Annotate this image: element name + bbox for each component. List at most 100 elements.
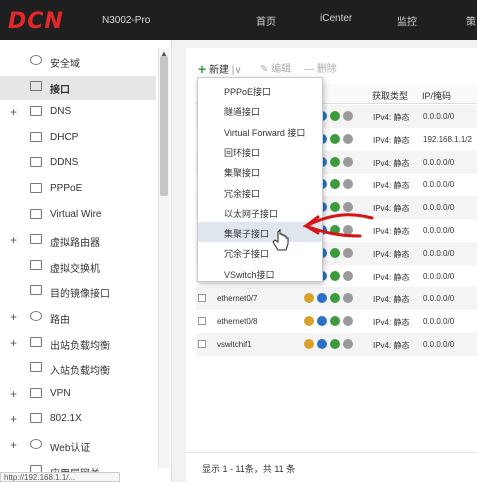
sidebar-item[interactable]: + 虚拟路由器 bbox=[0, 229, 156, 253]
scroll-up-icon[interactable]: ▲ bbox=[160, 49, 168, 58]
menu-item[interactable]: 回环接口 bbox=[198, 141, 322, 161]
nav-policy[interactable]: 策 bbox=[466, 13, 476, 28]
sidebar-scroll-thumb[interactable] bbox=[160, 56, 168, 196]
menu-item[interactable]: 以太网子接口 bbox=[198, 202, 322, 222]
ip-type: IPv4: 静态 bbox=[373, 295, 410, 305]
expand-plus-icon[interactable]: + bbox=[10, 387, 17, 401]
sidebar-item[interactable]: 接口 bbox=[0, 75, 156, 100]
new-dropdown-menu: PPPoE接口隧道接口 Virtual Forward 接口 回环接口集聚接口冗余接… bbox=[197, 77, 323, 282]
virtual-switch-icon bbox=[30, 259, 42, 270]
expand-plus-icon[interactable]: + bbox=[10, 105, 17, 119]
menu-item-label: 集聚接口 bbox=[224, 168, 261, 179]
sidebar-item-label: DNS bbox=[50, 106, 72, 118]
service-status-icon bbox=[330, 316, 340, 327]
dns-icon bbox=[30, 106, 42, 117]
interface-name[interactable]: ethernet0/8 bbox=[217, 317, 257, 326]
menu-item[interactable]: VSwitch接口 bbox=[198, 263, 322, 283]
dhcp-icon bbox=[30, 131, 42, 142]
dot1x-icon bbox=[30, 413, 42, 424]
sidebar-item[interactable]: + 出站负载均衡 bbox=[0, 332, 156, 356]
interface-icon bbox=[30, 80, 42, 91]
interface-name[interactable]: ethernet0/7 bbox=[217, 294, 257, 303]
sidebar-item[interactable]: DHCP bbox=[0, 127, 156, 151]
inbound-lb-icon bbox=[30, 362, 42, 373]
delete-button[interactable]: — 删除 bbox=[304, 60, 337, 75]
sidebar-item[interactable]: + Web认证 bbox=[0, 434, 156, 458]
chevron-down-icon: |∨ bbox=[231, 65, 242, 76]
device-model: N3002-Pro bbox=[102, 15, 151, 26]
menu-item[interactable]: 隧道接口 bbox=[198, 100, 322, 120]
sidebar-item[interactable]: Virtual Wire bbox=[0, 204, 156, 228]
table-row[interactable]: vswitchif1 IPv4: 静态 0.0.0.0/0 bbox=[196, 333, 477, 356]
service-status-icon bbox=[343, 247, 353, 258]
row-checkbox[interactable] bbox=[198, 294, 206, 303]
service-status-icon bbox=[343, 133, 353, 144]
menu-item-label: PPPoE接口 bbox=[224, 87, 272, 97]
expand-plus-icon[interactable]: + bbox=[10, 233, 17, 247]
sidebar-item-label: 出站负载均衡 bbox=[50, 340, 110, 352]
service-status-icon bbox=[330, 156, 340, 167]
row-checkbox[interactable] bbox=[198, 317, 206, 326]
menu-item[interactable]: 冗余子接口 bbox=[198, 242, 322, 262]
service-status-icon bbox=[330, 202, 340, 213]
sidebar-item-label: 目的镜像接口 bbox=[50, 289, 110, 301]
sidebar-item-label: DDNS bbox=[50, 157, 79, 169]
sidebar-item-label: DHCP bbox=[50, 131, 79, 143]
sidebar-item[interactable]: DDNS bbox=[0, 152, 156, 176]
service-status-icon bbox=[343, 179, 353, 190]
status-url: http://192.168.1.1/... bbox=[0, 472, 120, 482]
mirror-interface-icon bbox=[30, 285, 42, 296]
ip-type: IPv4: 静态 bbox=[373, 135, 410, 145]
expand-plus-icon[interactable]: + bbox=[10, 310, 17, 324]
ip-mask: 0.0.0.0/0 bbox=[423, 203, 455, 213]
interface-name[interactable]: vswitchif1 bbox=[217, 340, 252, 349]
sidebar-item[interactable]: 目的镜像接口 bbox=[0, 280, 156, 304]
menu-item[interactable]: Virtual Forward 接口 bbox=[198, 121, 322, 141]
menu-item[interactable]: 集聚子接口 bbox=[198, 222, 322, 243]
sidebar-item[interactable]: +802.1X bbox=[0, 408, 156, 432]
sidebar-item[interactable]: PPPoE bbox=[0, 178, 156, 202]
ip-mask: 0.0.0.0/0 bbox=[423, 340, 455, 349]
ip-mask: 0.0.0.0/0 bbox=[423, 271, 455, 281]
table-row[interactable]: ethernet0/7 IPv4: 静态 0.0.0.0/0 bbox=[196, 287, 477, 311]
edit-button[interactable]: ✎ 编辑 bbox=[260, 60, 291, 75]
expand-plus-icon[interactable]: + bbox=[10, 438, 17, 452]
ip-mask: 0.0.0.0/0 bbox=[423, 226, 455, 235]
service-status-icon bbox=[317, 316, 327, 327]
col-type[interactable]: 获取类型 bbox=[372, 89, 408, 102]
row-checkbox[interactable] bbox=[198, 340, 206, 348]
expand-plus-icon[interactable]: + bbox=[10, 336, 17, 350]
service-status-icon bbox=[330, 339, 340, 349]
sidebar-item[interactable]: + DNS bbox=[0, 101, 156, 125]
menu-item[interactable]: 冗余接口 bbox=[198, 182, 322, 202]
ip-type: IPv4: 静态 bbox=[373, 341, 410, 350]
nav-monitor[interactable]: 监控 bbox=[397, 13, 417, 28]
ip-type: IPv4: 静态 bbox=[373, 272, 410, 282]
ip-mask: 0.0.0.0/0 bbox=[423, 317, 455, 327]
nav-home[interactable]: 首页 bbox=[256, 13, 276, 28]
sidebar-item-label: 安全域 bbox=[50, 59, 80, 70]
nav-icenter[interactable]: iCenter bbox=[320, 13, 352, 24]
table-row[interactable]: ethernet0/8 IPv4: 静态 0.0.0.0/0 bbox=[196, 310, 477, 333]
table-footer: 显示 1 - 11条，共 11 条 bbox=[186, 452, 477, 482]
col-ip[interactable]: IP/掩码 bbox=[422, 89, 451, 102]
sidebar-item-label: 入站负载均衡 bbox=[50, 366, 110, 378]
sidebar-item[interactable]: + 路由 bbox=[0, 306, 156, 330]
virtual-wire-icon bbox=[30, 208, 42, 219]
sidebar-item[interactable]: 入站负载均衡 bbox=[0, 357, 156, 381]
service-status-icon bbox=[343, 293, 353, 304]
sidebar-item-label: PPPoE bbox=[50, 183, 83, 194]
ip-mask: 192.168.1.1/2 bbox=[423, 134, 472, 144]
new-button[interactable]: + 新建 |∨ bbox=[198, 60, 242, 77]
sidebar-item-label: VPN bbox=[50, 387, 71, 399]
menu-item[interactable]: PPPoE接口 bbox=[198, 80, 322, 100]
service-status-icon bbox=[330, 179, 340, 190]
expand-plus-icon[interactable]: + bbox=[10, 412, 17, 426]
sidebar-item[interactable]: 安全域 bbox=[0, 50, 156, 74]
sidebar-item[interactable]: + VPN bbox=[0, 383, 156, 407]
service-status-icon bbox=[330, 270, 340, 281]
sidebar-item[interactable]: 虚拟交换机 bbox=[0, 255, 156, 279]
ip-type: IPv4: 静态 bbox=[373, 113, 410, 122]
menu-item[interactable]: 集聚接口 bbox=[198, 161, 322, 181]
vpn-icon bbox=[30, 387, 42, 398]
